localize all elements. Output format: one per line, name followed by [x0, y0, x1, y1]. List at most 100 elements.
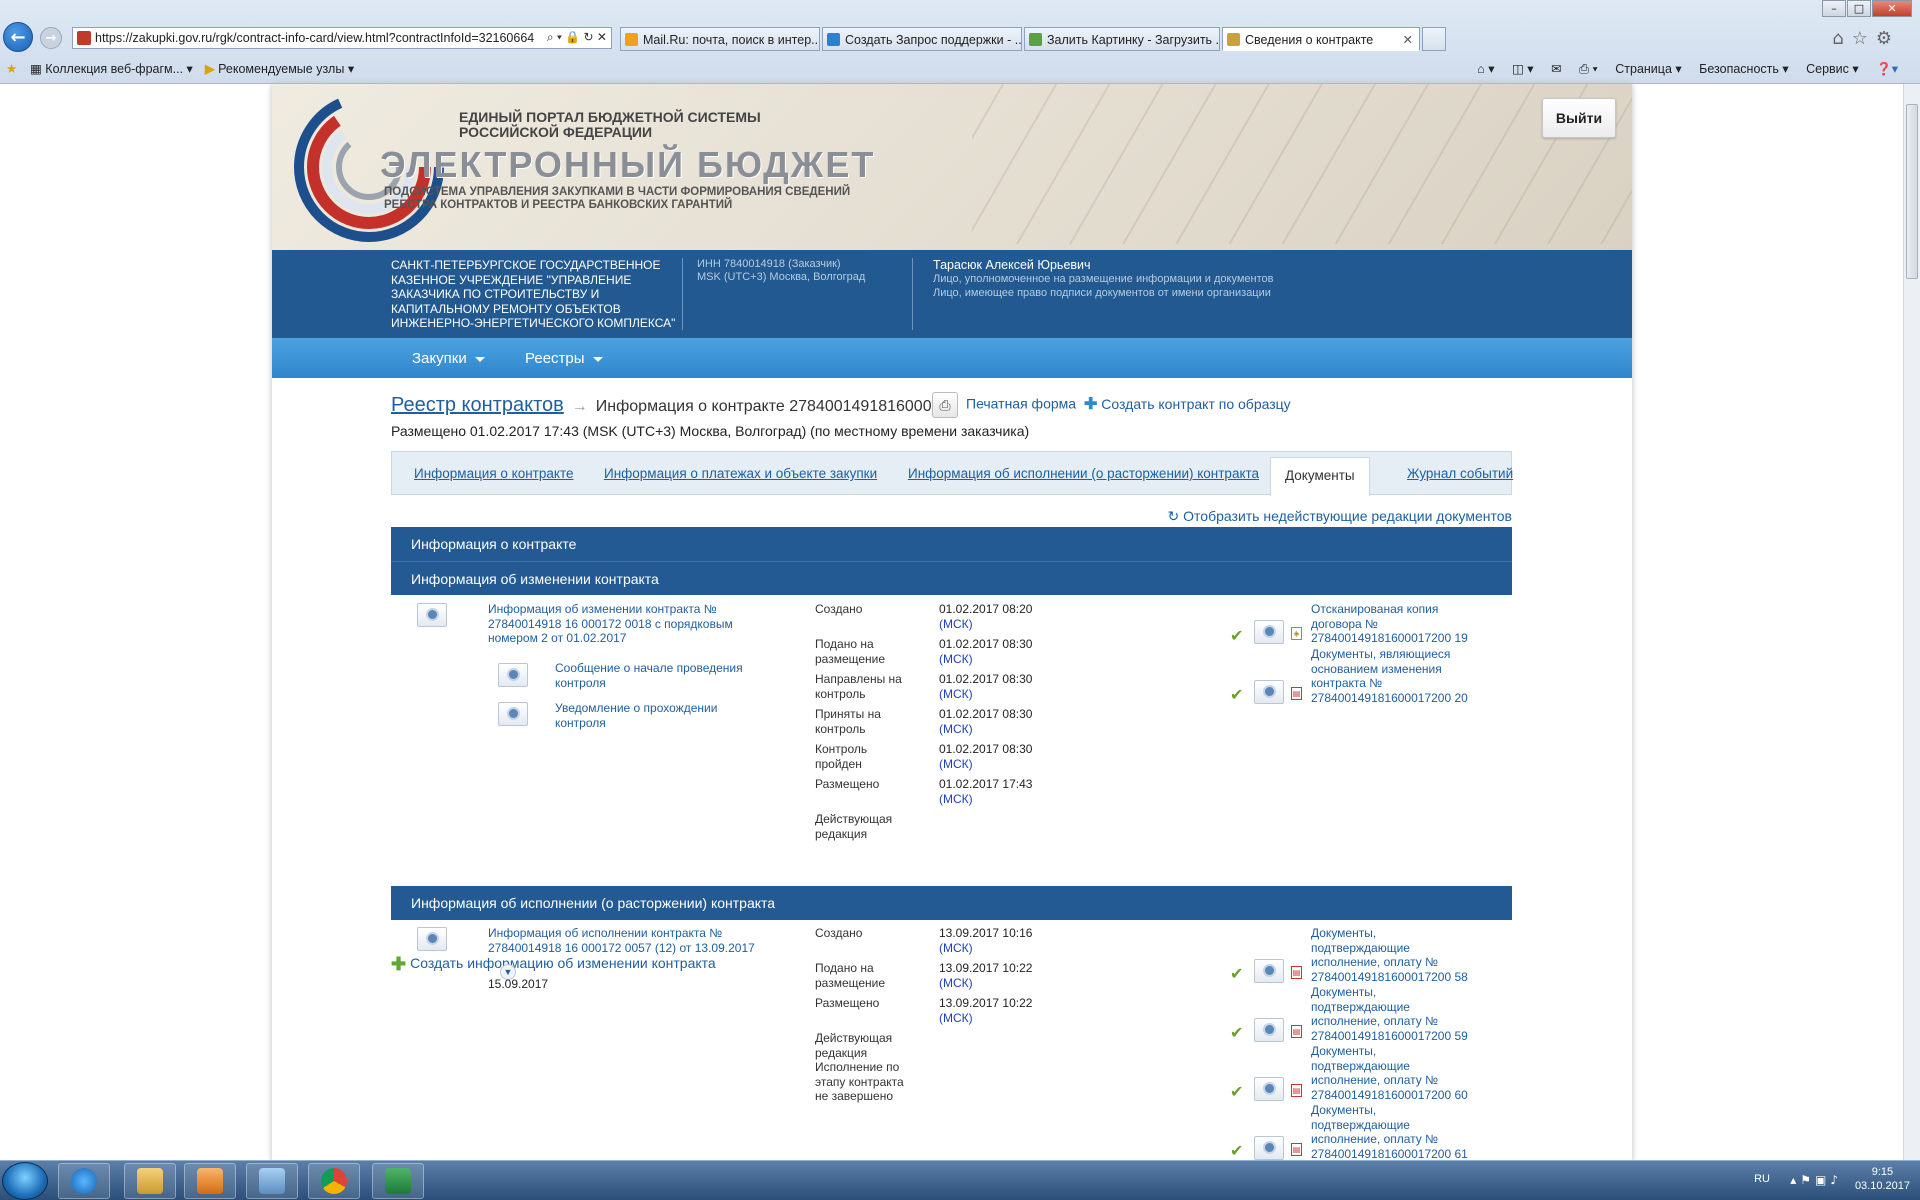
- tab-contract-info[interactable]: Информация о контракте: [414, 466, 573, 481]
- network-icon[interactable]: ▣: [1815, 1173, 1830, 1187]
- file-link[interactable]: Документы, являющиеся основанием изменени…: [1311, 647, 1468, 705]
- pdf-icon: ▤: [1291, 1084, 1302, 1097]
- file-link[interactable]: Документы, подтверждающие исполнение, опла…: [1311, 926, 1468, 984]
- tools-menu[interactable]: Сервис ▾: [1806, 62, 1859, 76]
- tab-event-log[interactable]: Журнал событий: [1407, 466, 1513, 481]
- print-form-button[interactable]: ⎙ Печатная форма: [932, 392, 1076, 418]
- flag-icon[interactable]: ⚑: [1800, 1173, 1815, 1187]
- logout-button[interactable]: Выйти: [1542, 98, 1616, 138]
- execution-doc-link[interactable]: Информация об исполнении контракта № 2784…: [488, 926, 755, 955]
- browser-chrome: – □ ✕ ← → https://zakupki.gov.ru/rgk/con…: [0, 0, 1920, 84]
- organization-details: ИНН 7840014918 (Заказчик) MSK (UTC+3) Мос…: [697, 258, 866, 283]
- document-icon[interactable]: [1254, 1077, 1284, 1101]
- page: ЕДИНЫЙ ПОРТАЛ БЮДЖЕТНОЙ СИСТЕМЫ РОССИЙСКО…: [272, 84, 1632, 1164]
- paint-icon: [259, 1168, 285, 1194]
- control-start-link[interactable]: Сообщение о начале проведения контроля: [555, 661, 743, 690]
- status-date: 01.02.2017 17:43 (МСК): [939, 777, 1033, 806]
- file-link[interactable]: Документы, подтверждающие исполнение, опла…: [1311, 1103, 1468, 1161]
- document-icon[interactable]: [1254, 959, 1284, 983]
- breadcrumb-root-link[interactable]: Реестр контрактов: [391, 394, 564, 416]
- media-taskbar-button[interactable]: [184, 1163, 236, 1199]
- status-date: 01.02.2017 08:30 (МСК): [939, 742, 1033, 771]
- scrollbar-thumb[interactable]: [1906, 104, 1918, 279]
- tray-icons[interactable]: ▴⚑▣♪: [1790, 1173, 1842, 1187]
- status-date: 13.09.2017 10:16 (МСК): [939, 926, 1033, 955]
- document-icon[interactable]: [1254, 620, 1284, 644]
- image-upload-icon: [1029, 33, 1042, 46]
- ie-taskbar-button[interactable]: [58, 1163, 110, 1199]
- checkmark-icon: ✔: [1230, 1023, 1244, 1042]
- document-icon[interactable]: [498, 702, 528, 726]
- checkmark-icon: ✔: [1230, 1141, 1244, 1160]
- print-icon[interactable]: ⎙ ▾: [1579, 62, 1598, 76]
- clock[interactable]: 9:15 03.10.2017: [1855, 1165, 1910, 1193]
- tab-documents[interactable]: Документы: [1270, 457, 1370, 496]
- change-doc-link[interactable]: Информация об изменении контракта № 2784…: [488, 602, 733, 646]
- tab-execution[interactable]: Информация об исполнении (о расторжении)…: [908, 466, 1259, 481]
- document-icon[interactable]: [1254, 680, 1284, 704]
- security-menu[interactable]: Безопасность ▾: [1699, 62, 1788, 76]
- settings-gear-icon[interactable]: ⚙: [1876, 28, 1900, 49]
- control-passed-link[interactable]: Уведомление о прохождении контроля: [555, 701, 717, 730]
- explorer-taskbar-button[interactable]: [124, 1163, 176, 1199]
- paint-taskbar-button[interactable]: [246, 1163, 298, 1199]
- back-button[interactable]: ←: [3, 22, 33, 52]
- excel-icon: [385, 1168, 411, 1194]
- address-bar[interactable]: https://zakupki.gov.ru/rgk/contract-info…: [72, 27, 612, 49]
- home-icon[interactable]: ⌂: [1832, 28, 1851, 49]
- menu-registries[interactable]: Реестры: [525, 350, 603, 367]
- excel-taskbar-button[interactable]: [372, 1163, 424, 1199]
- volume-icon[interactable]: ♪: [1830, 1173, 1842, 1187]
- browser-toolbar-icons[interactable]: ⌂☆⚙: [1832, 28, 1900, 49]
- checkmark-icon: ✔: [1230, 964, 1244, 983]
- favorites-item[interactable]: ▶ Рекомендуемые узлы ▾: [205, 61, 354, 76]
- favorites-item[interactable]: ▦ Коллекция веб-фрагм... ▾: [30, 61, 193, 76]
- organization-bar: САНКТ-ПЕТЕРБУРГСКОЕ ГОСУДАРСТВЕННОЕ КАЗЕ…: [272, 250, 1632, 338]
- language-indicator[interactable]: RU: [1754, 1173, 1770, 1185]
- help-icon[interactable]: ❓▾: [1876, 62, 1898, 76]
- menu-purchases[interactable]: Закупки: [412, 350, 485, 367]
- new-tab-button[interactable]: [1422, 27, 1446, 51]
- rss-icon[interactable]: ◫ ▾: [1512, 62, 1534, 76]
- favorites-star-icon[interactable]: ★: [6, 61, 17, 76]
- mailru-icon: [625, 33, 638, 46]
- portal-banner: ЕДИНЫЙ ПОРТАЛ БЮДЖЕТНОЙ СИСТЕМЫ РОССИЙСКО…: [272, 84, 1632, 250]
- start-button[interactable]: [2, 1162, 48, 1200]
- document-icon[interactable]: [1254, 1136, 1284, 1160]
- close-window-button[interactable]: ✕: [1872, 0, 1912, 17]
- banner-title: ЭЛЕКТРОННЫЙ БЮДЖЕТ: [380, 144, 876, 185]
- page-scrollbar[interactable]: [1903, 84, 1920, 1164]
- browser-tab-active[interactable]: Сведения о контракте ✕: [1222, 27, 1420, 51]
- chevron-down-icon: [474, 356, 485, 362]
- browser-tab[interactable]: Залить Картинку - Загрузить ...: [1024, 27, 1220, 51]
- tab-payments[interactable]: Информация о платежах и объекте закупки: [604, 466, 877, 481]
- pdf-icon: ▤: [1291, 1143, 1302, 1156]
- file-link[interactable]: Отсканированая копия договора № 2784001491…: [1311, 602, 1468, 646]
- file-link[interactable]: Документы, подтверждающие исполнение, опла…: [1311, 985, 1468, 1043]
- document-icon[interactable]: [417, 603, 447, 627]
- chrome-taskbar-button[interactable]: [308, 1163, 360, 1199]
- show-inactive-link[interactable]: ↻ Отобразить недействующие редакции доку…: [1168, 508, 1512, 525]
- chevron-up-icon[interactable]: ▴: [1790, 1173, 1800, 1187]
- forward-button[interactable]: →: [40, 27, 62, 49]
- address-controls[interactable]: ⌕ ▾ 🔒 ↻ ✕: [542, 30, 607, 45]
- close-tab-icon[interactable]: ✕: [1403, 32, 1413, 47]
- mail-icon[interactable]: ✉: [1551, 62, 1561, 76]
- browser-tab[interactable]: Mail.Ru: почта, поиск в интер...: [620, 27, 820, 51]
- add-change-info-link[interactable]: ✚ Создать информацию об изменении контрак…: [391, 954, 716, 975]
- section-header: Информация об исполнении (о расторжении)…: [391, 886, 1512, 920]
- minimize-button[interactable]: –: [1822, 0, 1846, 17]
- navigation-row: ← → https://zakupki.gov.ru/rgk/contract-…: [0, 22, 1920, 56]
- page-menu[interactable]: Страница ▾: [1615, 62, 1681, 76]
- document-icon[interactable]: [417, 927, 447, 951]
- favorites-star-icon[interactable]: ☆: [1852, 28, 1876, 49]
- document-icon[interactable]: [1254, 1018, 1284, 1042]
- document-icon[interactable]: [498, 663, 528, 687]
- maximize-button[interactable]: □: [1847, 0, 1871, 17]
- file-link[interactable]: Документы, подтверждающие исполнение, опла…: [1311, 1044, 1468, 1102]
- browser-tab[interactable]: Создать Запрос поддержки - ...: [822, 27, 1022, 51]
- user-name: Тарасюк Алексей Юрьевич: [933, 258, 1091, 272]
- home-icon[interactable]: ⌂ ▾: [1477, 62, 1494, 76]
- create-by-template-button[interactable]: ✚ Создать контракт по образцу: [1084, 394, 1291, 414]
- plus-icon: ✚: [391, 954, 407, 974]
